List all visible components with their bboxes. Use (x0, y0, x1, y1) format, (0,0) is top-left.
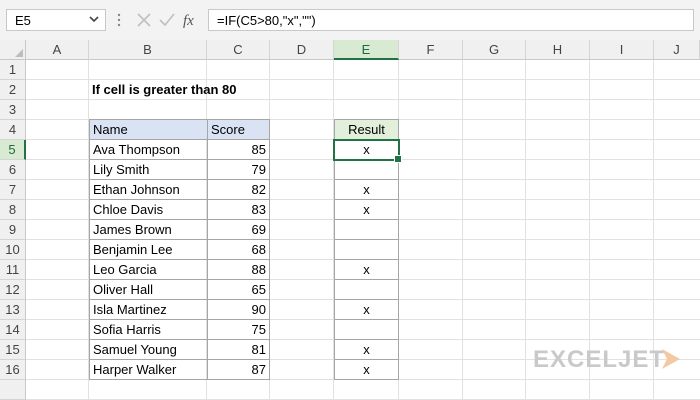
result-cell[interactable] (335, 320, 398, 340)
column-header-b[interactable]: B (89, 40, 207, 60)
result-cell[interactable]: x (335, 180, 398, 200)
name-cell[interactable]: Ava Thompson (93, 140, 180, 160)
row-header-13[interactable]: 13 (0, 300, 26, 320)
cancel-icon[interactable] (134, 10, 154, 30)
score-cell[interactable]: 88 (208, 260, 266, 280)
result-cell[interactable]: x (335, 300, 398, 320)
row-header-1[interactable]: 1 (0, 60, 26, 80)
column-header-d[interactable]: D (270, 40, 334, 60)
row-header-10[interactable]: 10 (0, 240, 26, 260)
column-header-c[interactable]: C (207, 40, 270, 60)
result-cell[interactable]: x (335, 340, 398, 360)
active-cell-selection[interactable] (333, 139, 402, 163)
result-cell[interactable]: x (335, 260, 398, 280)
more-options-icon[interactable] (116, 12, 122, 28)
exceljet-logo-icon (662, 349, 680, 369)
name-cell[interactable]: James Brown (93, 220, 172, 240)
score-cell[interactable]: 68 (208, 240, 266, 260)
data-table: Name Score Ava Thompson Lily Smith Ethan… (89, 119, 270, 380)
score-cell[interactable]: 90 (208, 300, 266, 320)
result-cell[interactable]: x (335, 200, 398, 220)
name-box[interactable]: E5 (6, 9, 106, 31)
column-header-g[interactable]: G (463, 40, 526, 60)
name-cell[interactable]: Chloe Davis (93, 200, 163, 220)
score-cell[interactable]: 83 (208, 200, 266, 220)
score-cell[interactable]: 65 (208, 280, 266, 300)
name-cell[interactable]: Lily Smith (93, 160, 149, 180)
score-cell[interactable]: 79 (208, 160, 266, 180)
score-cell[interactable]: 69 (208, 220, 266, 240)
header-result[interactable]: Result (335, 120, 398, 140)
name-cell[interactable]: Benjamin Lee (93, 240, 173, 260)
score-cell[interactable]: 85 (208, 140, 266, 160)
row-header-17[interactable] (0, 380, 26, 400)
row-header-5[interactable]: 5 (0, 140, 26, 160)
formula-input[interactable]: =IF(C5>80,"x","") (208, 9, 694, 31)
row-header-8[interactable]: 8 (0, 200, 26, 220)
row-header-4[interactable]: 4 (0, 120, 26, 140)
score-cell[interactable]: 81 (208, 340, 266, 360)
row-header-3[interactable]: 3 (0, 100, 26, 120)
chevron-down-icon[interactable] (87, 12, 101, 26)
result-cell[interactable]: x (335, 360, 398, 380)
row-header-16[interactable]: 16 (0, 360, 26, 380)
row-header-6[interactable]: 6 (0, 160, 26, 180)
header-name[interactable]: Name (90, 120, 207, 140)
row-header-14[interactable]: 14 (0, 320, 26, 340)
name-cell[interactable]: Leo Garcia (93, 260, 157, 280)
formula-bar-area: E5 fx =IF(C5>80,"x","") (0, 0, 700, 40)
score-cell[interactable]: 87 (208, 360, 266, 380)
select-all-corner[interactable] (0, 40, 26, 60)
column-header-a[interactable]: A (26, 40, 89, 60)
row-header-12[interactable]: 12 (0, 280, 26, 300)
column-header-i[interactable]: I (590, 40, 654, 60)
result-cell[interactable] (335, 220, 398, 240)
column-header-e[interactable]: E (334, 40, 399, 60)
row-header-15[interactable]: 15 (0, 340, 26, 360)
result-cell[interactable] (335, 160, 398, 180)
row-header-2[interactable]: 2 (0, 80, 26, 100)
header-score[interactable]: Score (208, 120, 269, 140)
row-header-9[interactable]: 9 (0, 220, 26, 240)
column-header-f[interactable]: F (399, 40, 463, 60)
row-header-11[interactable]: 11 (0, 260, 26, 280)
insert-function-icon[interactable]: fx (181, 10, 201, 30)
column-header-h[interactable]: H (526, 40, 590, 60)
enter-check-icon[interactable] (157, 10, 177, 30)
fill-handle[interactable] (394, 155, 402, 163)
result-cell[interactable] (335, 240, 398, 260)
name-cell[interactable]: Samuel Young (93, 340, 177, 360)
score-cell[interactable]: 75 (208, 320, 266, 340)
name-cell[interactable]: Oliver Hall (93, 280, 153, 300)
result-cell[interactable] (335, 280, 398, 300)
column-header-j[interactable]: J (654, 40, 700, 60)
sheet-title[interactable]: If cell is greater than 80 (92, 80, 237, 100)
name-cell[interactable]: Isla Martinez (93, 300, 167, 320)
exceljet-logo: EXCELJET (533, 346, 666, 373)
formula-text: =IF(C5>80,"x","") (217, 13, 316, 28)
name-cell[interactable]: Ethan Johnson (93, 180, 180, 200)
name-cell[interactable]: Harper Walker (93, 360, 176, 380)
name-box-value: E5 (15, 13, 31, 28)
row-header-7[interactable]: 7 (0, 180, 26, 200)
fx-label: fx (183, 13, 194, 29)
name-cell[interactable]: Sofia Harris (93, 320, 161, 340)
score-cell[interactable]: 82 (208, 180, 266, 200)
